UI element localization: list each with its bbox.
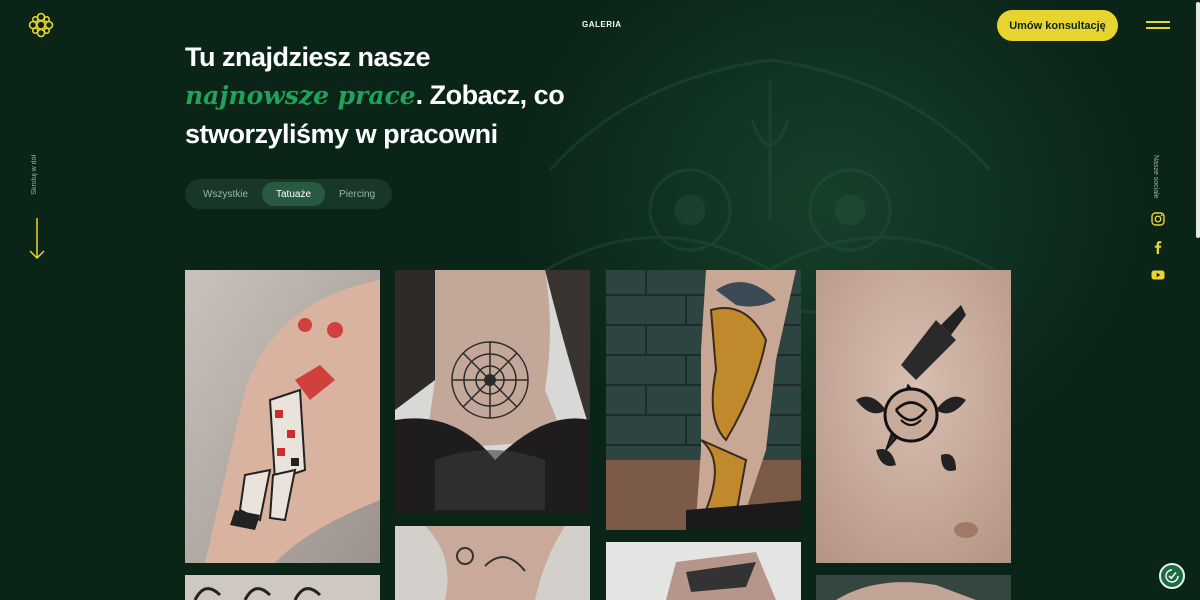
nav-link-gallery[interactable]: GALERIA <box>582 20 622 29</box>
title-accent: najnowsze prace <box>185 81 416 110</box>
gallery-photo-row2-col2[interactable] <box>395 526 590 600</box>
facebook-icon[interactable] <box>1150 239 1166 255</box>
gallery-photo-row2-col3[interactable] <box>606 542 801 600</box>
gallery-photo-koi-fish[interactable] <box>606 270 801 530</box>
instagram-icon[interactable] <box>1150 211 1166 227</box>
title-line-3: stworzyliśmy w pracowni <box>185 119 498 149</box>
scrollbar-thumb[interactable] <box>1196 2 1200 238</box>
scroll-down-label: Skroluj w dół <box>31 155 38 195</box>
socials-label: Nasze sociale <box>1152 155 1159 199</box>
cookie-settings-icon[interactable] <box>1159 563 1185 589</box>
gallery-photo-row2-col4[interactable] <box>816 575 1011 600</box>
arrow-down-icon[interactable] <box>29 218 45 260</box>
gallery-filter-tabs: Wszystkie Tatuaże Piercing <box>185 179 392 209</box>
gallery-photo-dagger-rose[interactable] <box>816 270 1011 563</box>
tab-tattoos[interactable]: Tatuaże <box>262 182 326 206</box>
hamburger-menu-icon[interactable] <box>1146 19 1170 31</box>
title-line-1: Tu znajdziesz nasze <box>185 42 431 72</box>
title-line-2: . Zobacz, co <box>415 80 565 110</box>
gallery-photo-mandala-neck[interactable] <box>395 270 590 514</box>
youtube-icon[interactable] <box>1150 267 1166 283</box>
tab-all[interactable]: Wszystkie <box>189 182 262 206</box>
page-title: Tu znajdziesz nasze najnowsze prace. Zoba… <box>185 38 605 153</box>
gallery-photo-harlequin[interactable] <box>185 270 380 563</box>
tab-piercing[interactable]: Piercing <box>325 182 389 206</box>
page-scrollbar[interactable] <box>1195 0 1200 600</box>
gallery-photo-row2-col1[interactable] <box>185 575 380 600</box>
book-consultation-button[interactable]: Umów konsultację <box>997 10 1118 41</box>
mandala-logo-icon[interactable] <box>28 12 54 38</box>
